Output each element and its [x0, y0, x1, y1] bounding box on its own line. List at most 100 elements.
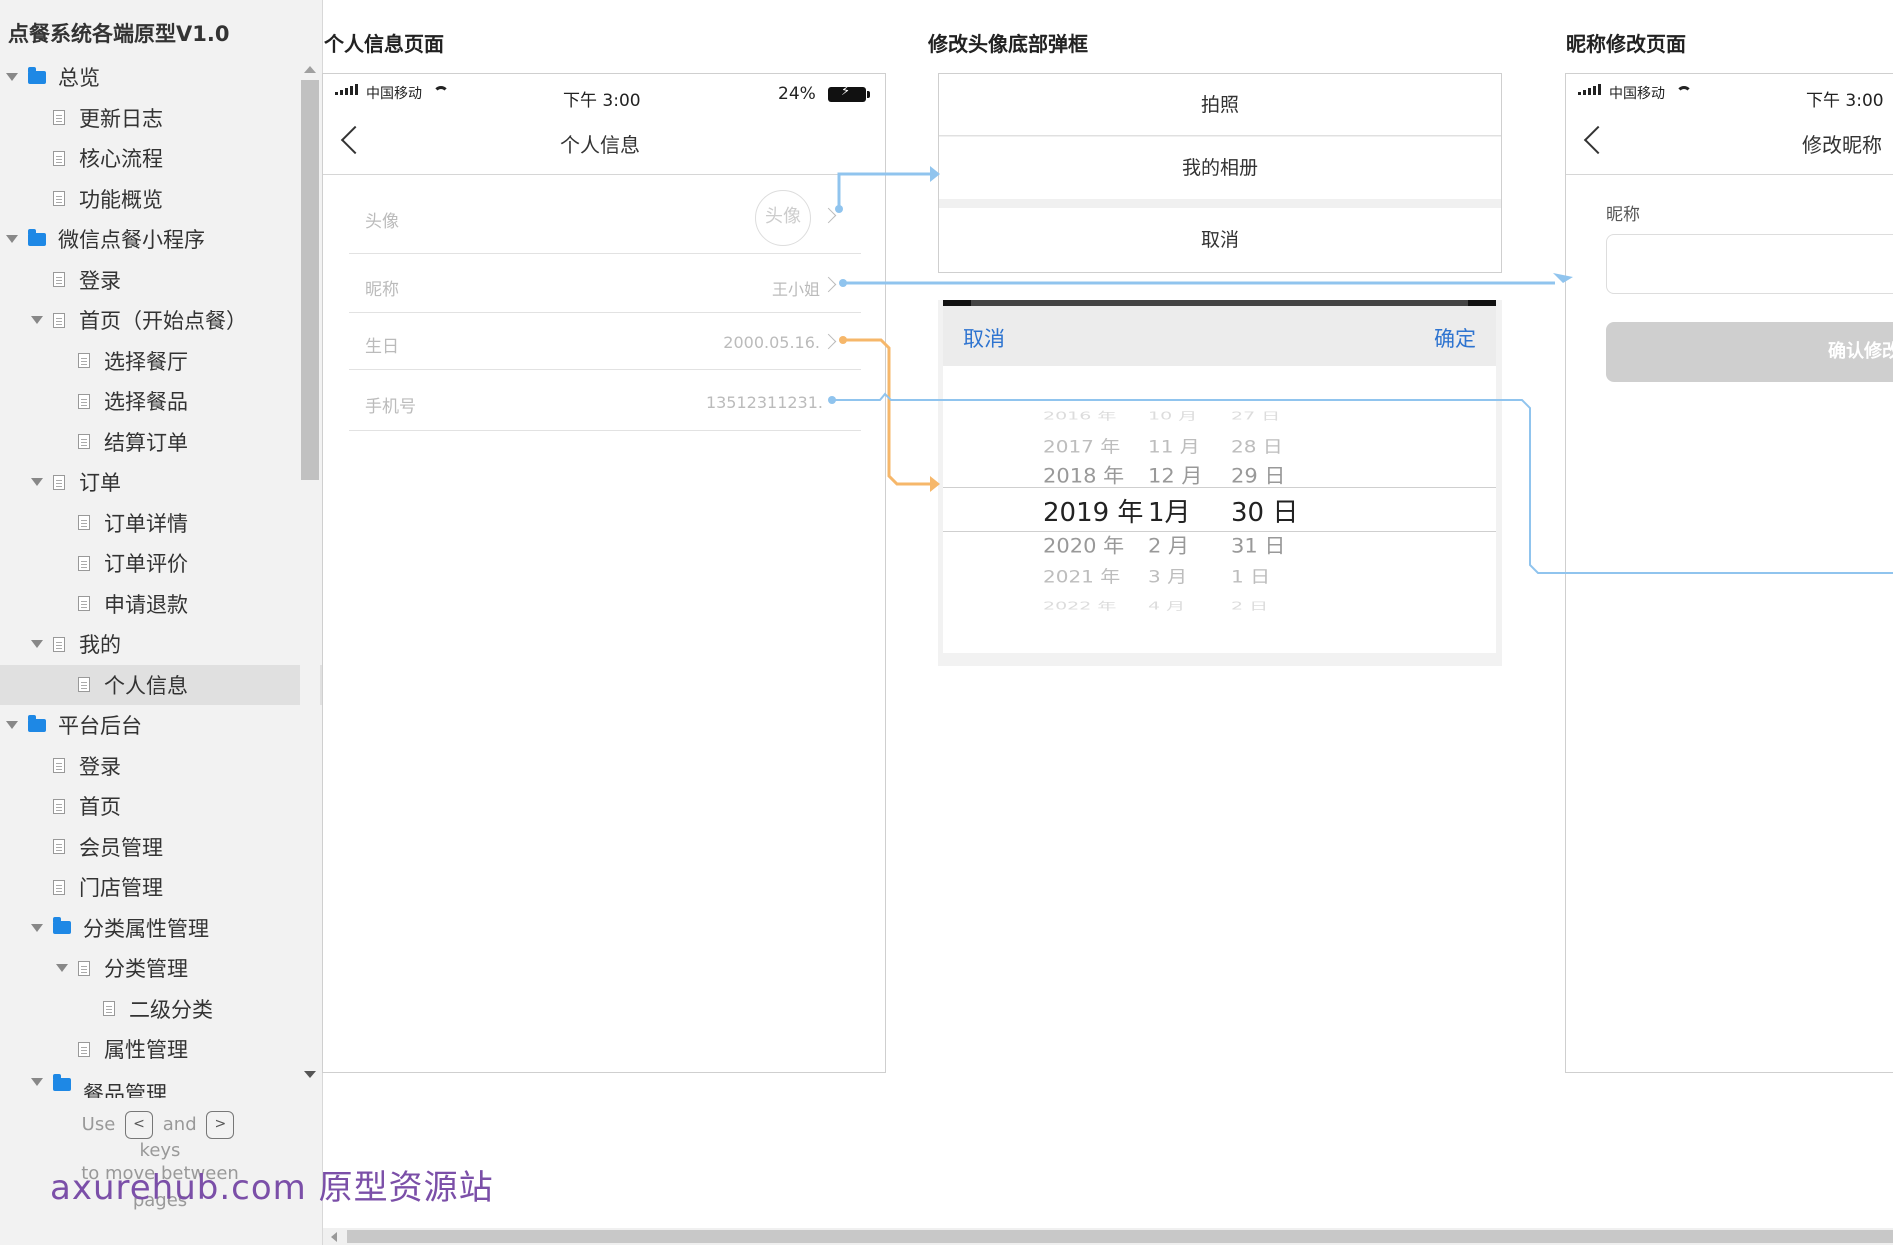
expand-arrow-icon[interactable]: [6, 235, 18, 243]
sitemap-item-label: 属性管理: [104, 1038, 188, 1062]
my-album-button[interactable]: 我的相册: [939, 137, 1501, 199]
picker-year-option[interactable]: 2018 年: [1043, 461, 1124, 490]
picker-confirm-button[interactable]: 确定: [1434, 323, 1476, 353]
sitemap-item[interactable]: 登录: [0, 260, 322, 300]
picker-month-option[interactable]: 10 月: [1148, 408, 1197, 423]
sitemap-item-label: 首页: [79, 795, 121, 819]
sitemap-item[interactable]: 订单详情: [0, 503, 322, 543]
sitemap-item-label: 订单详情: [104, 511, 188, 536]
expand-arrow-icon[interactable]: [56, 964, 68, 972]
take-photo-button[interactable]: 拍照: [939, 74, 1501, 136]
expand-arrow-icon[interactable]: [6, 73, 18, 81]
sitemap-item[interactable]: 餐品管理: [0, 1070, 322, 1098]
nav-title: 个人信息: [560, 133, 640, 157]
expand-arrow-icon[interactable]: [31, 316, 43, 324]
picker-day-option[interactable]: 29 日: [1231, 461, 1285, 490]
expand-arrow-icon[interactable]: [31, 923, 43, 932]
page-icon: [103, 1001, 115, 1016]
picker-day-option[interactable]: 28 日: [1231, 433, 1283, 458]
carrier-label: 中国移动: [1609, 86, 1665, 102]
picker-month-option[interactable]: 11 月: [1148, 433, 1200, 458]
chevron-right-icon: [820, 207, 837, 224]
sitemap-item-label: 登录: [79, 268, 121, 293]
sitemap-item[interactable]: 登录: [0, 746, 322, 786]
sitemap-item[interactable]: 申请退款: [0, 584, 322, 624]
picker-month-option[interactable]: 12 月: [1148, 461, 1202, 490]
sitemap-item-label: 分类属性管理: [83, 916, 209, 941]
sitemap-item[interactable]: 选择餐品: [0, 381, 322, 421]
sitemap-item[interactable]: 属性管理: [0, 1029, 322, 1069]
sitemap-item[interactable]: 更新日志: [0, 98, 322, 138]
sitemap-item[interactable]: 订单: [0, 462, 322, 502]
birthday-row-label: 生日: [365, 337, 399, 357]
nickname-input[interactable]: [1606, 234, 1893, 294]
page-icon: [53, 272, 65, 287]
nickname-phone-frame: 中国移动 下午 3:00 修改昵称 昵称 确认修改: [1565, 73, 1893, 1073]
picker-month-option[interactable]: 3 月: [1148, 563, 1187, 588]
sitemap-item-label: 订单评价: [104, 552, 188, 576]
picker-day-option[interactable]: 27 日: [1231, 408, 1280, 423]
picker-year-option[interactable]: 2021 年: [1043, 563, 1120, 588]
picker-wheel[interactable]: 2016 年 10 月 27 日 2017 年 11 月 28 日 2018 年 12 月 29…: [943, 366, 1496, 653]
sitemap-item[interactable]: 会员管理: [0, 827, 322, 867]
app-title: 点餐系统各端原型V1.0: [8, 22, 230, 46]
avatar[interactable]: 头像: [755, 190, 811, 246]
sitemap-item[interactable]: 功能概览: [0, 179, 322, 219]
sitemap-item[interactable]: 平台后台: [0, 705, 304, 745]
sidebar-scrollbar-thumb[interactable]: [301, 80, 319, 480]
page-icon: [53, 636, 65, 652]
picker-day-option[interactable]: 2 日: [1231, 598, 1268, 613]
horizontal-scrollbar[interactable]: [323, 1228, 1893, 1245]
sitemap-item[interactable]: 首页: [0, 786, 322, 826]
sitemap-item[interactable]: 选择餐厅: [0, 341, 322, 381]
phone-value: 13512311231.: [705, 393, 823, 412]
back-icon[interactable]: [340, 125, 370, 155]
sitemap-item[interactable]: 分类属性管理: [0, 908, 322, 948]
sitemap-item[interactable]: 微信点餐小程序: [0, 219, 304, 259]
sitemap-item[interactable]: 订单评价: [0, 543, 322, 583]
carrier-label: 中国移动: [366, 86, 422, 102]
sitemap-item[interactable]: 门店管理: [0, 867, 322, 907]
page-icon: [53, 839, 65, 854]
help-and-text: and: [162, 1114, 197, 1135]
sitemap-item[interactable]: 总览: [0, 57, 304, 97]
picker-day-option[interactable]: 1 日: [1231, 563, 1270, 588]
sitemap-item[interactable]: 分类管理: [0, 948, 322, 988]
sitemap-item[interactable]: 我的: [0, 624, 322, 664]
confirm-edit-button[interactable]: 确认修改: [1606, 322, 1893, 382]
sitemap-item-label: 会员管理: [79, 835, 163, 860]
picker-year-option[interactable]: 2020 年: [1043, 531, 1124, 560]
folder-icon: [28, 228, 46, 246]
expand-arrow-icon[interactable]: [31, 640, 43, 648]
picker-day-option[interactable]: 31 日: [1231, 531, 1285, 560]
picker-year-option[interactable]: 2022 年: [1043, 598, 1116, 613]
sitemap-item[interactable]: 结算订单: [0, 422, 322, 462]
picker-month-option[interactable]: 4 月: [1148, 598, 1185, 613]
sitemap-item[interactable]: 首页（开始点餐）: [0, 300, 322, 340]
sitemap-item[interactable]: 个人信息: [0, 664, 322, 705]
scroll-left-icon[interactable]: [331, 1232, 337, 1242]
expand-arrow-icon[interactable]: [31, 478, 43, 486]
picker-cancel-button[interactable]: 取消: [963, 323, 1005, 353]
expand-arrow-icon[interactable]: [6, 721, 18, 729]
sitemap-item-label: 门店管理: [79, 876, 163, 900]
horizontal-scrollbar-thumb[interactable]: [347, 1230, 1893, 1243]
sheet-cancel-button[interactable]: 取消: [939, 208, 1501, 272]
picker-day-option[interactable]: 30 日: [1231, 492, 1298, 529]
folder-icon: [28, 66, 46, 84]
row-divider: [349, 312, 861, 313]
back-icon[interactable]: [1583, 125, 1613, 155]
page-icon: [78, 677, 90, 692]
scroll-up-icon[interactable]: [304, 66, 316, 73]
sitemap-item[interactable]: 核心流程: [0, 138, 322, 178]
scroll-down-icon[interactable]: [304, 1071, 316, 1078]
folder-icon: [53, 917, 71, 934]
picker-month-option[interactable]: 2 月: [1148, 531, 1189, 560]
expand-arrow-icon[interactable]: [31, 1077, 43, 1086]
page-icon: [53, 110, 65, 125]
sitemap-item[interactable]: 二级分类: [0, 989, 322, 1029]
picker-year-option[interactable]: 2016 年: [1043, 408, 1116, 423]
picker-year-option[interactable]: 2017 年: [1043, 433, 1120, 458]
picker-year-option[interactable]: 2019 年: [1043, 492, 1143, 529]
picker-month-option[interactable]: 1月: [1148, 492, 1191, 529]
